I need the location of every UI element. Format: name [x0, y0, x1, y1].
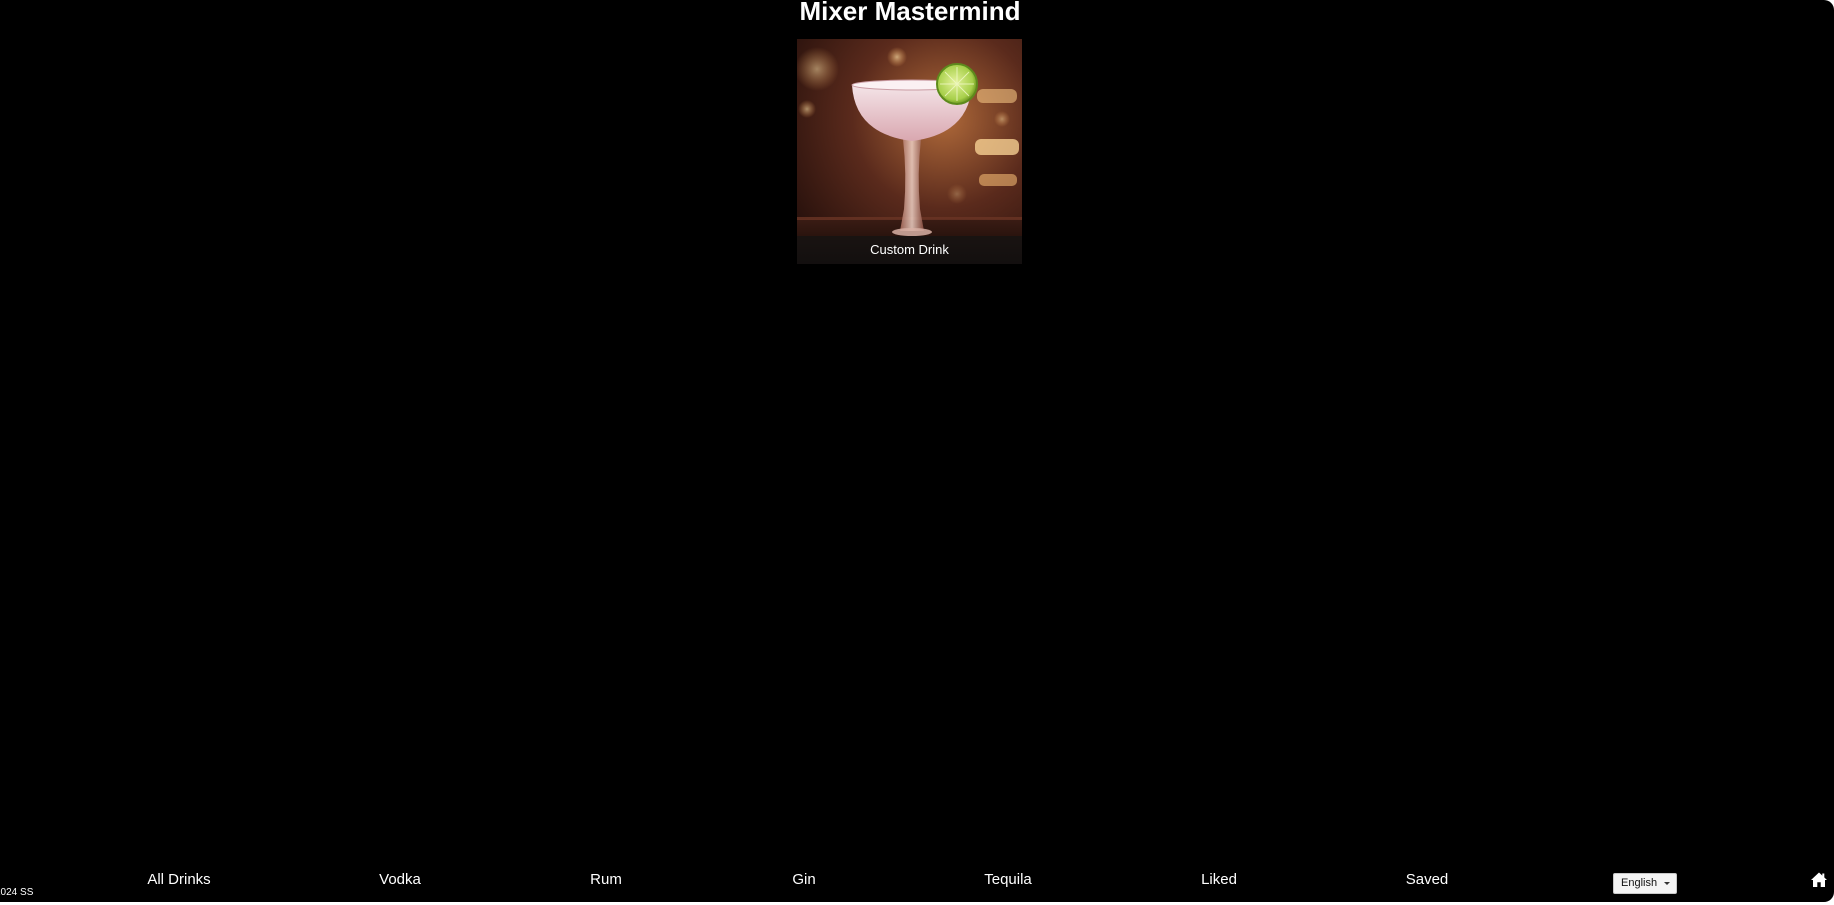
nav-tequila[interactable]: Tequila: [984, 868, 1032, 892]
nav-gin[interactable]: Gin: [792, 868, 815, 892]
drink-image: [797, 39, 1022, 264]
nav-all-drinks[interactable]: All Drinks: [147, 868, 210, 892]
nav-rum[interactable]: Rum: [590, 868, 622, 892]
drink-card-custom[interactable]: Custom Drink: [797, 39, 1022, 264]
bottom-nav: All Drinks Vodka Rum Gin Tequila Liked S…: [0, 868, 1834, 898]
nav-saved[interactable]: Saved: [1406, 868, 1449, 892]
chevron-down-icon: [1664, 882, 1670, 885]
home-button[interactable]: [1810, 871, 1828, 889]
copyright-text: 2024 SS: [0, 887, 40, 899]
copyright-value: 2024 SS: [0, 887, 34, 898]
language-select[interactable]: English: [1613, 873, 1677, 894]
nav-liked[interactable]: Liked: [1201, 868, 1237, 892]
language-value: English: [1621, 877, 1658, 889]
page-title: Mixer Mastermind: [799, 0, 1021, 26]
drink-label: Custom Drink: [797, 236, 1022, 264]
nav-vodka[interactable]: Vodka: [379, 868, 421, 892]
app-window: Mixer Mastermind Custom Drink All Drinks…: [0, 0, 1834, 902]
home-icon: [1811, 872, 1827, 887]
